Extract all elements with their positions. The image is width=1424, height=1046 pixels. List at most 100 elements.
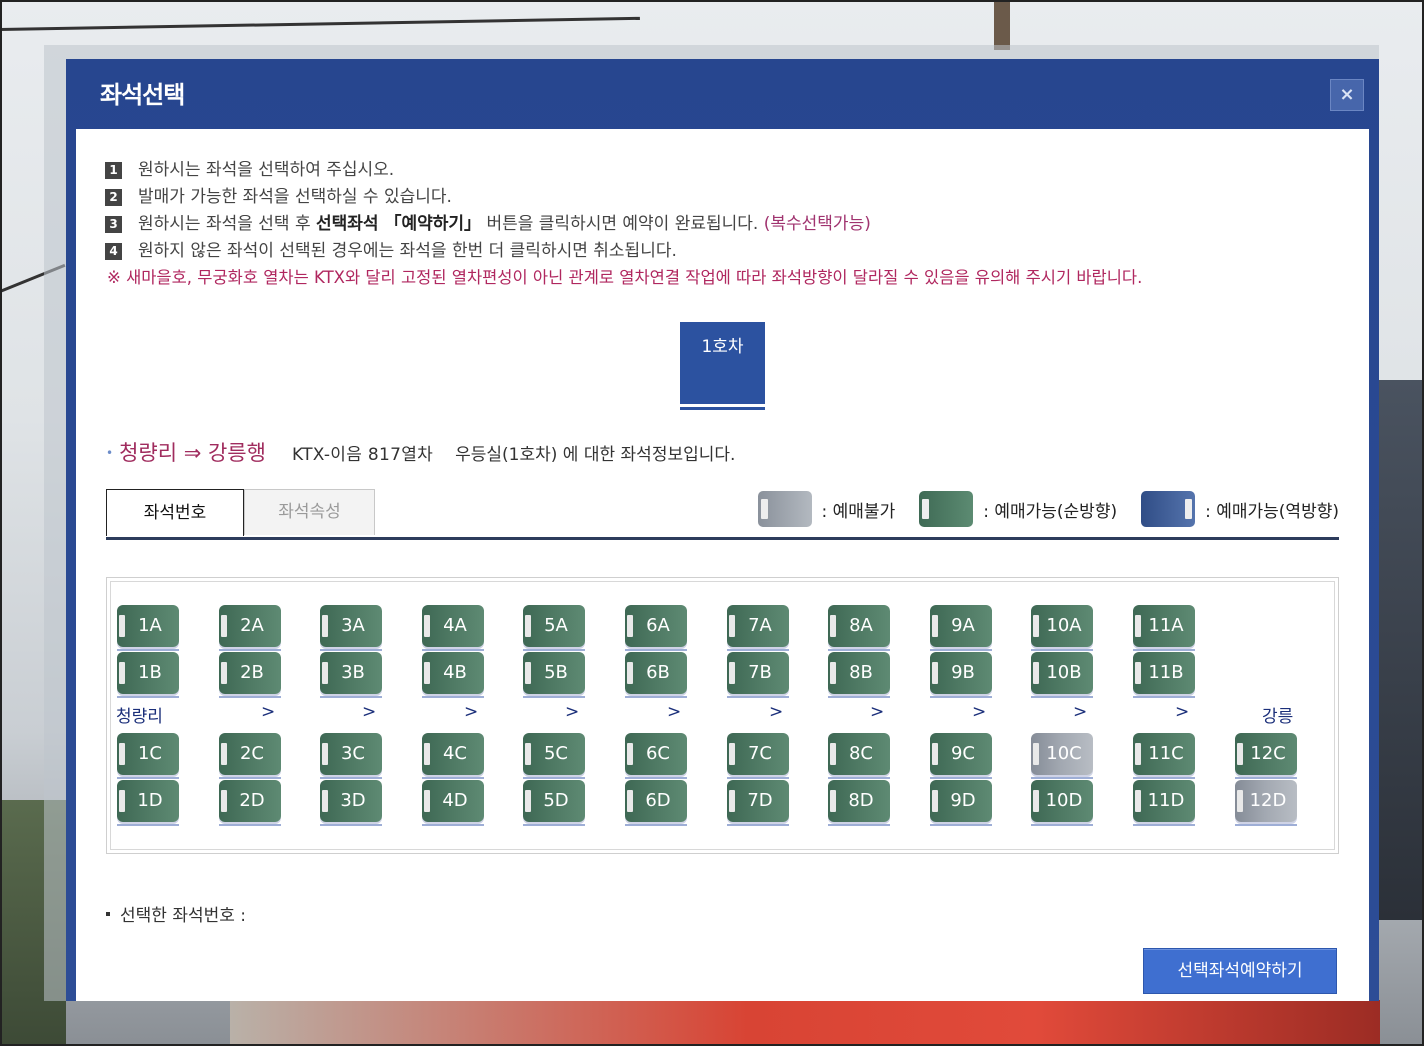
seat-7A[interactable]: 7A — [727, 605, 789, 651]
seat-3C[interactable]: 3C — [320, 733, 382, 779]
seat-label: 5A — [544, 615, 568, 636]
seat-9D[interactable]: 9D — [930, 780, 992, 826]
seat-6C[interactable]: 6C — [625, 733, 687, 779]
seat-label: 4A — [443, 615, 467, 636]
seat-7D[interactable]: 7D — [727, 780, 789, 826]
seat-12D: 12D — [1235, 780, 1297, 826]
seat-10C: 10C — [1031, 733, 1093, 779]
seat-back-icon — [119, 615, 125, 637]
seat-label: 1B — [138, 662, 162, 683]
seat-1D[interactable]: 1D — [117, 780, 179, 826]
seat-6A[interactable]: 6A — [625, 605, 687, 651]
modal-body: 1 원하시는 좌석을 선택하여 주십시오. 2 발매가 가능한 좌석을 선택하실 수… — [76, 129, 1369, 1001]
seat-1A[interactable]: 1A — [117, 605, 179, 651]
seat-back-icon — [627, 790, 633, 812]
tab-seat-number[interactable]: 좌석번호 — [106, 489, 244, 536]
seat-label: 11D — [1147, 790, 1185, 811]
seat-label: 9C — [950, 743, 976, 764]
car-tab-1[interactable]: 1호차 — [680, 322, 765, 407]
seat-back-icon — [525, 790, 531, 812]
number-badge: 1 — [105, 162, 122, 179]
seat-label: 11B — [1148, 662, 1184, 683]
direction-arrow-icon: > — [261, 702, 276, 722]
close-button[interactable]: × — [1330, 79, 1364, 111]
seat-7B[interactable]: 7B — [727, 652, 789, 698]
class-info: 우등실(1호차) 에 대한 좌석정보입니다. — [455, 445, 736, 465]
seat-8D[interactable]: 8D — [828, 780, 890, 826]
seat-5A[interactable]: 5A — [523, 605, 585, 651]
route-info: • 청량리 ⇒ 강릉행 KTX-이음 817열차 우등실(1호차) 에 대한 좌석정보… — [106, 441, 736, 465]
modal-title: 좌석선택 — [100, 81, 185, 109]
forward-seat-icon — [919, 491, 974, 527]
seat-9C[interactable]: 9C — [930, 733, 992, 779]
seat-6D[interactable]: 6D — [625, 780, 687, 826]
seat-8B[interactable]: 8B — [828, 652, 890, 698]
seat-10B[interactable]: 10B — [1031, 652, 1093, 698]
seat-10A[interactable]: 10A — [1031, 605, 1093, 651]
seat-11B[interactable]: 11B — [1133, 652, 1195, 698]
seat-6B[interactable]: 6B — [625, 652, 687, 698]
seat-view-tabs: 좌석번호 좌석속성 : 예매불가 : 예매가능(순방향) : 예매가능(역방향) — [106, 489, 1339, 540]
seat-5C[interactable]: 5C — [523, 733, 585, 779]
seat-10D[interactable]: 10D — [1031, 780, 1093, 826]
seat-8C[interactable]: 8C — [828, 733, 890, 779]
seat-back-icon — [424, 790, 430, 812]
seat-label: 2A — [240, 615, 264, 636]
selected-seats-label: 선택한 좌석번호 : — [106, 901, 246, 926]
seat-back-icon — [729, 743, 735, 765]
seat-3D[interactable]: 3D — [320, 780, 382, 826]
seat-back-icon — [322, 662, 328, 684]
seat-5D[interactable]: 5D — [523, 780, 585, 826]
seat-5B[interactable]: 5B — [523, 652, 585, 698]
instruction-2: 2 발매가 가능한 좌석을 선택하실 수 있습니다. — [105, 186, 1142, 213]
seat-2A[interactable]: 2A — [219, 605, 281, 651]
seat-4B[interactable]: 4B — [422, 652, 484, 698]
seat-3B[interactable]: 3B — [320, 652, 382, 698]
seat-label: 10A — [1046, 615, 1082, 636]
tab-seat-attribute[interactable]: 좌석속성 — [244, 489, 375, 535]
instruction-3: 3 원하시는 좌석을 선택 후 선택좌석 「예약하기」 버튼을 클릭하시면 예약이… — [105, 213, 1142, 240]
seat-label: 5C — [543, 743, 569, 764]
seat-back-icon — [729, 662, 735, 684]
seat-back-icon — [830, 662, 836, 684]
seat-11C[interactable]: 11C — [1133, 733, 1195, 779]
seat-label: 8B — [849, 662, 873, 683]
seat-8A[interactable]: 8A — [828, 605, 890, 651]
reserve-selected-button[interactable]: 선택좌석예약하기 — [1143, 948, 1337, 994]
seat-2C[interactable]: 2C — [219, 733, 281, 779]
seat-label: 7D — [747, 790, 773, 811]
seat-back-icon — [932, 743, 938, 765]
direction-arrow-icon: > — [972, 702, 987, 722]
origin-label: 청량리 — [116, 707, 163, 727]
seat-4D[interactable]: 4D — [422, 780, 484, 826]
seat-1C[interactable]: 1C — [117, 733, 179, 779]
seat-back-icon — [1135, 615, 1141, 637]
seat-11D[interactable]: 11D — [1133, 780, 1195, 826]
seat-1B[interactable]: 1B — [117, 652, 179, 698]
seat-9B[interactable]: 9B — [930, 652, 992, 698]
seat-12C[interactable]: 12C — [1235, 733, 1297, 779]
seat-3A[interactable]: 3A — [320, 605, 382, 651]
instructions: 1 원하시는 좌석을 선택하여 주십시오. 2 발매가 가능한 좌석을 선택하실 수… — [105, 159, 1142, 294]
seat-label: 12C — [1250, 743, 1286, 764]
seat-2B[interactable]: 2B — [219, 652, 281, 698]
seat-9A[interactable]: 9A — [930, 605, 992, 651]
direction-warning: ※ 새마을호, 무궁화호 열차는 KTX와 달리 고정된 열차편성이 아닌 관계… — [107, 268, 1143, 287]
seat-4C[interactable]: 4C — [422, 733, 484, 779]
seat-back-icon — [322, 790, 328, 812]
background-wire — [0, 16, 640, 31]
seat-back-icon — [1135, 743, 1141, 765]
seat-back-icon — [830, 790, 836, 812]
seat-7C[interactable]: 7C — [727, 733, 789, 779]
seat-11A[interactable]: 11A — [1133, 605, 1195, 651]
seat-label: 8D — [848, 790, 874, 811]
seat-back-icon — [1237, 743, 1243, 765]
seat-4A[interactable]: 4A — [422, 605, 484, 651]
seat-back-icon — [1135, 790, 1141, 812]
seat-back-icon — [627, 662, 633, 684]
seat-2D[interactable]: 2D — [219, 780, 281, 826]
seat-label: 4D — [442, 790, 468, 811]
seat-label: 1C — [137, 743, 163, 764]
seat-label: 3C — [340, 743, 366, 764]
direction-arrow-icon: > — [1073, 702, 1088, 722]
